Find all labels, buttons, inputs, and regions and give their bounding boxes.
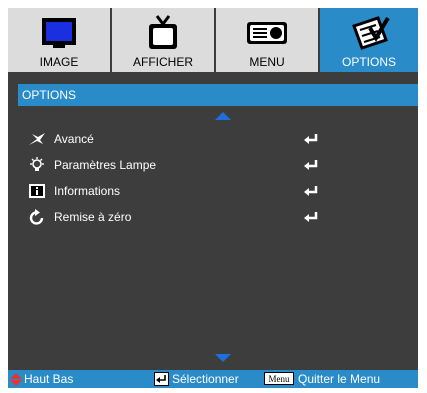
osd-window: IMAGE AFFICHER MENU OPTIONS OPTIONS Avan… [8, 8, 418, 388]
tab-options-label: OPTIONS [341, 55, 396, 69]
menu-key-badge: Menu [264, 372, 294, 385]
menu-item-avance[interactable]: Avancé [18, 128, 418, 150]
menu-item-label: Avancé [54, 132, 94, 146]
status-select-text: Sélectionner [172, 372, 239, 386]
tab-bar: IMAGE AFFICHER MENU OPTIONS [8, 8, 418, 72]
panel-title: OPTIONS [18, 84, 418, 106]
tab-menu-label: MENU [249, 55, 285, 69]
reset-icon [28, 209, 46, 225]
up-down-arrows-icon [10, 373, 22, 388]
tab-image[interactable]: IMAGE [8, 8, 112, 72]
enter-key-icon [154, 372, 169, 388]
info-icon [28, 183, 46, 199]
menu-item-parametres-lampe[interactable]: Paramètres Lampe [18, 154, 418, 176]
status-quit-text: Quitter le Menu [298, 372, 381, 386]
status-bar: Haut Bas Sélectionner Menu Quitter le Me… [8, 370, 418, 388]
enter-icon [303, 185, 319, 197]
enter-icon [303, 133, 319, 145]
projector-icon [216, 14, 318, 52]
menu-item-label: Remise à zéro [54, 210, 132, 224]
menu-item-label: Paramètres Lampe [54, 158, 157, 172]
tab-image-label: IMAGE [39, 55, 79, 69]
scroll-up-arrow-icon[interactable] [215, 112, 231, 120]
tab-options[interactable]: OPTIONS [320, 8, 418, 72]
tab-menu[interactable]: MENU [216, 8, 320, 72]
checklist-icon [320, 14, 418, 52]
status-nav-text: Haut Bas [24, 372, 74, 386]
menu-item-informations[interactable]: Informations [18, 180, 418, 202]
enter-icon [303, 211, 319, 223]
lamp-icon [28, 157, 46, 173]
menu-item-label: Informations [54, 184, 121, 198]
scroll-down-arrow-icon[interactable] [215, 354, 231, 362]
star-icon [28, 131, 46, 147]
tv-icon [112, 14, 214, 52]
tab-afficher-label: AFFICHER [133, 55, 193, 69]
enter-icon [303, 159, 319, 171]
tab-afficher[interactable]: AFFICHER [112, 8, 216, 72]
monitor-icon [8, 14, 110, 52]
menu-item-remise-a-zero[interactable]: Remise à zéro [18, 206, 418, 228]
